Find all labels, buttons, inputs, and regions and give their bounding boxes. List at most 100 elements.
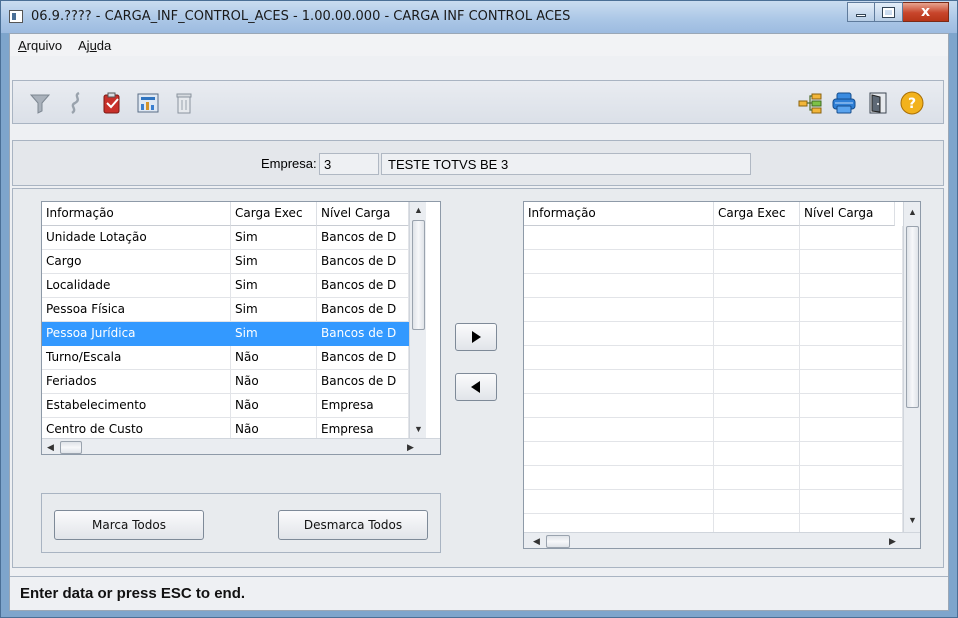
right-vertical-scrollbar[interactable]: ▲ ▼ xyxy=(903,202,920,532)
table-row[interactable]: Estabelecimento Não Empresa xyxy=(42,394,409,418)
scroll-thumb[interactable] xyxy=(906,226,919,408)
move-left-button[interactable] xyxy=(455,373,497,401)
cell-empty xyxy=(714,442,800,466)
left-horizontal-scrollbar[interactable]: ◀ ▶ xyxy=(42,438,440,454)
scroll-thumb[interactable] xyxy=(546,535,570,548)
cell-empty xyxy=(714,250,800,274)
cell-empty xyxy=(714,418,800,442)
table-row[interactable]: Localidade Sim Bancos de D xyxy=(42,274,409,298)
empresa-code-field[interactable]: 3 xyxy=(319,153,379,175)
close-button[interactable]: x xyxy=(903,2,949,22)
scroll-down-icon[interactable]: ▼ xyxy=(410,421,427,438)
right-grid[interactable]: Informação Carga Exec Nível Carga ▲ ▼ ◀ … xyxy=(523,201,921,549)
help-icon[interactable]: ? xyxy=(899,90,925,116)
exit-door-icon[interactable] xyxy=(865,90,891,116)
scroll-up-icon[interactable]: ▲ xyxy=(410,202,427,219)
cell-empty xyxy=(800,298,903,322)
left-header-nivel-carga[interactable]: Nível Carga xyxy=(317,202,409,226)
left-header-carga-exec[interactable]: Carga Exec xyxy=(231,202,317,226)
scroll-thumb[interactable] xyxy=(412,220,425,330)
cell-empty xyxy=(524,394,714,418)
right-horizontal-scrollbar[interactable]: ◀ ▶ xyxy=(524,532,920,548)
table-row[interactable]: Pessoa Jurídica Sim Bancos de D xyxy=(42,322,409,346)
move-right-button[interactable] xyxy=(455,323,497,351)
cell-empty xyxy=(800,466,903,490)
cell-empty xyxy=(524,370,714,394)
cell-empty xyxy=(714,466,800,490)
scroll-right-icon[interactable]: ▶ xyxy=(884,533,901,548)
empresa-label: Empresa: xyxy=(261,156,317,171)
table-row[interactable]: Pessoa Física Sim Bancos de D xyxy=(42,298,409,322)
window-controls: x xyxy=(847,2,949,22)
minimize-button[interactable] xyxy=(847,2,875,22)
cell-nivel-carga: Bancos de D xyxy=(317,346,409,370)
scroll-down-icon[interactable]: ▼ xyxy=(904,512,920,529)
hook-icon[interactable] xyxy=(63,90,89,116)
cell-nivel-carga: Bancos de D xyxy=(317,370,409,394)
menu-arquivo-label: rquivo xyxy=(26,38,63,53)
cell-empty xyxy=(800,490,903,514)
cell-empty xyxy=(800,442,903,466)
cell-empty xyxy=(524,442,714,466)
right-header-informacao[interactable]: Informação xyxy=(524,202,714,226)
cell-empty xyxy=(524,490,714,514)
scroll-thumb[interactable] xyxy=(60,441,82,454)
cell-empty xyxy=(714,274,800,298)
app-icon[interactable] xyxy=(9,10,23,23)
desmarca-todos-button[interactable]: Desmarca Todos xyxy=(278,510,428,540)
cell-empty xyxy=(714,298,800,322)
client-area: Arquivo Ajuda ? Empresa: 3 TESTE TOTVS B… xyxy=(9,33,949,611)
chart-icon[interactable] xyxy=(135,90,161,116)
right-header-carga-exec[interactable]: Carga Exec xyxy=(714,202,800,226)
scroll-left-icon[interactable]: ◀ xyxy=(42,439,59,454)
menu-arquivo-mnemonic: A xyxy=(18,38,27,53)
cell-empty xyxy=(800,274,903,298)
maximize-button[interactable] xyxy=(875,2,903,22)
cell-empty xyxy=(714,226,800,250)
cell-empty xyxy=(524,418,714,442)
table-row[interactable]: Cargo Sim Bancos de D xyxy=(42,250,409,274)
table-row[interactable]: Unidade Lotação Sim Bancos de D xyxy=(42,226,409,250)
cell-carga-exec: Sim xyxy=(231,322,317,346)
table-row[interactable]: Feriados Não Bancos de D xyxy=(42,370,409,394)
menu-ajuda-label-start: Aj xyxy=(78,38,90,53)
cell-informacao: Pessoa Jurídica xyxy=(42,322,231,346)
cell-nivel-carga: Bancos de D xyxy=(317,298,409,322)
cell-nivel-carga: Empresa xyxy=(317,394,409,418)
left-vertical-scrollbar[interactable]: ▲ ▼ xyxy=(409,202,426,438)
tree-icon[interactable] xyxy=(797,90,823,116)
print-icon[interactable] xyxy=(831,90,857,116)
cell-carga-exec: Não xyxy=(231,370,317,394)
cell-empty xyxy=(714,394,800,418)
cell-empty xyxy=(524,274,714,298)
maximize-icon xyxy=(882,6,895,18)
cell-empty xyxy=(800,418,903,442)
right-header-nivel-carga[interactable]: Nível Carga xyxy=(800,202,895,226)
scroll-up-icon[interactable]: ▲ xyxy=(904,204,920,221)
filter-icon[interactable] xyxy=(27,90,53,116)
scroll-left-icon[interactable]: ◀ xyxy=(528,533,545,548)
cell-empty xyxy=(800,346,903,370)
cell-informacao: Unidade Lotação xyxy=(42,226,231,250)
toolbar: ? xyxy=(12,80,944,124)
clipboard-icon[interactable] xyxy=(99,90,125,116)
arrow-right-icon xyxy=(472,331,481,343)
cell-carga-exec: Sim xyxy=(231,226,317,250)
left-header-informacao[interactable]: Informação xyxy=(42,202,231,226)
status-bar: Enter data or press ESC to end. xyxy=(10,576,948,610)
title-bar[interactable]: 06.9.???? - CARGA_INF_CONTROL_ACES - 1.0… xyxy=(1,1,957,33)
cell-nivel-carga: Bancos de D xyxy=(317,226,409,250)
minimize-icon xyxy=(856,14,866,17)
left-grid[interactable]: Informação Carga Exec Nível Carga Unidad… xyxy=(41,201,441,455)
cell-informacao: Cargo xyxy=(42,250,231,274)
menu-arquivo[interactable]: Arquivo xyxy=(18,38,62,53)
cell-empty xyxy=(800,226,903,250)
marca-todos-button[interactable]: Marca Todos xyxy=(54,510,204,540)
cell-empty xyxy=(714,370,800,394)
scroll-right-icon[interactable]: ▶ xyxy=(402,439,419,454)
table-row[interactable]: Turno/Escala Não Bancos de D xyxy=(42,346,409,370)
trash-icon[interactable] xyxy=(171,90,197,116)
menu-ajuda-label-end: da xyxy=(96,38,112,53)
cell-empty xyxy=(524,298,714,322)
menu-ajuda[interactable]: Ajuda xyxy=(78,38,111,53)
